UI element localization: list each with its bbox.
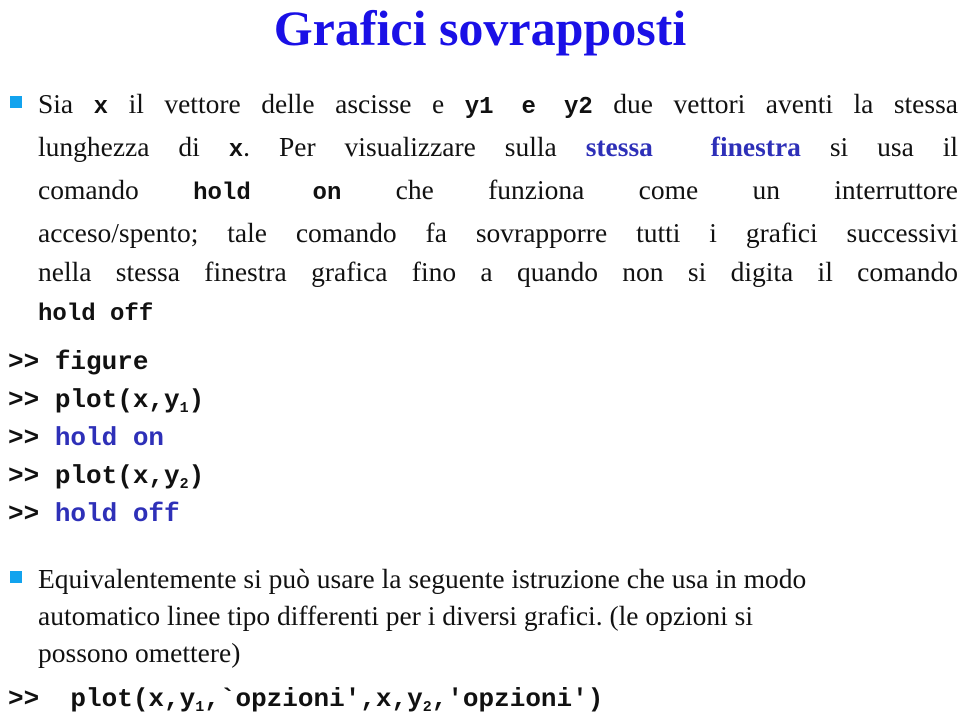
text: si usa il <box>800 131 959 162</box>
paragraph-line: automatico linee tipo differenti per i d… <box>38 600 754 631</box>
text: lunghezza di <box>38 131 229 162</box>
paragraph-line: acceso/spento; tale comando fa sovrappor… <box>38 217 958 248</box>
code-line-hold-on: >> hold on <box>8 419 204 457</box>
command: plot(x,y <box>70 684 196 714</box>
command: ) <box>188 461 205 491</box>
square-bullet-icon <box>10 96 22 108</box>
paragraph-line: possono omettere) <box>38 637 241 668</box>
paragraph-line: hold off <box>38 291 958 334</box>
command: hold off <box>54 499 180 529</box>
paragraph-line: nella stessa finestra grafica fino a qua… <box>38 256 958 287</box>
command: ,'opzioni') <box>431 684 604 714</box>
square-bullet-icon <box>10 571 22 583</box>
prompt: >> <box>8 684 71 714</box>
prompt: >> <box>8 347 55 377</box>
subscript: 1 <box>179 400 189 417</box>
code-x: x <box>93 94 109 121</box>
paragraph-line: lunghezza di x. Per visualizzare sulla s… <box>38 127 958 170</box>
code-y1-y2: y1 e y2 <box>464 94 593 121</box>
paragraph-line: Equivalentemente si può usare la seguent… <box>38 563 807 594</box>
command: plot(x,y <box>54 461 180 491</box>
paragraph-line: comando hold on che funziona come un int… <box>38 170 958 213</box>
text: due vettori aventi la stessa <box>592 88 958 119</box>
code-block: >> figure >> plot(x,y1) >> hold on >> pl… <box>8 343 204 533</box>
command: figure <box>54 347 149 377</box>
code-line-plot-y1: >> plot(x,y1) <box>8 381 204 419</box>
text: il vettore delle ascisse e <box>108 88 465 119</box>
command: ) <box>188 385 205 415</box>
command: hold on <box>54 423 165 453</box>
code-line-hold-off: >> hold off <box>8 495 204 533</box>
code-x: x <box>228 137 244 164</box>
text: comando <box>38 174 194 205</box>
text: Sia <box>38 88 94 119</box>
subscript: 2 <box>422 699 432 716</box>
code-hold-off: hold off <box>38 301 154 328</box>
code-line-plot-options: >> plot(x,y1,`opzioni',x,y2,'opzioni') <box>8 682 603 716</box>
code-line-figure: >> figure <box>8 343 204 381</box>
prompt: >> <box>8 423 55 453</box>
code-line-plot-y2: >> plot(x,y2) <box>8 457 204 495</box>
paragraph-line: Sia x il vettore delle ascisse e y1 e y2… <box>38 84 958 127</box>
command: plot(x,y <box>54 385 180 415</box>
text: che funziona come un interruttore <box>341 174 958 205</box>
prompt: >> <box>8 499 55 529</box>
slide-title: Grafici sovrapposti <box>273 0 687 56</box>
subscript: 2 <box>179 476 189 493</box>
command: ,`opzioni',x,y <box>204 684 423 714</box>
highlight-stessa-finestra: stessa finestra <box>585 131 801 162</box>
text: . Per visualizzare sulla <box>243 131 586 162</box>
bullet-paragraph-1: Sia x il vettore delle ascisse e y1 e y2… <box>38 84 958 334</box>
subscript: 1 <box>195 699 205 716</box>
prompt: >> <box>8 385 55 415</box>
code-hold-on: hold on <box>193 180 342 207</box>
prompt: >> <box>8 461 55 491</box>
bullet-paragraph-2: Equivalentemente si può usare la seguent… <box>38 560 958 671</box>
